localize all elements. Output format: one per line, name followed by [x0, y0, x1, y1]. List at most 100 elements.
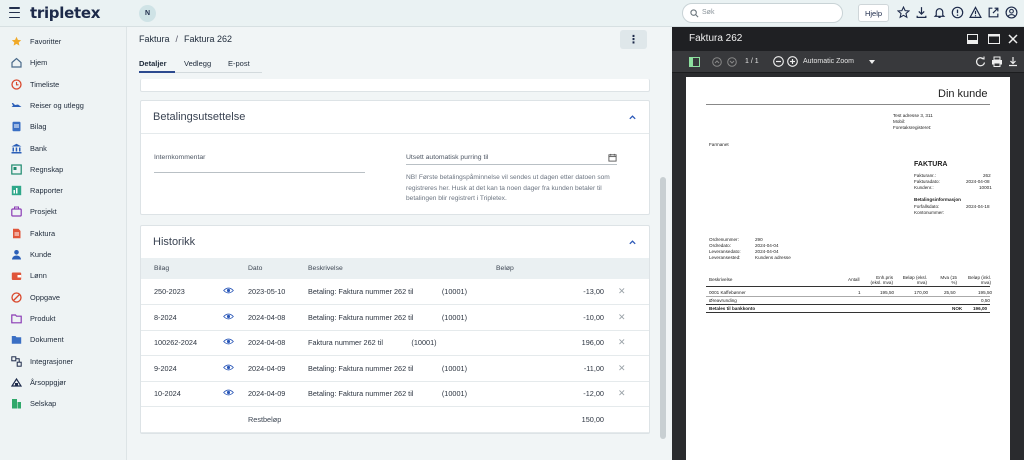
sidebar-item-produkt[interactable]: Produkt — [0, 310, 127, 328]
prev-page-icon[interactable] — [712, 57, 722, 67]
bilag-link[interactable]: 9-2024 — [141, 355, 223, 382]
table-header-row: Bilag Dato Beskrivelse Beløp — [141, 258, 649, 279]
sidebar-item-selskap[interactable]: Selskap — [0, 395, 127, 413]
dock-icon[interactable] — [967, 34, 978, 44]
search-input[interactable]: Søk — [682, 3, 843, 23]
utsett-purring-input[interactable] — [406, 164, 617, 165]
view-icon[interactable] — [223, 338, 234, 345]
tab-vedlegg[interactable]: Vedlegg — [184, 59, 211, 68]
sidebar-item-lønn[interactable]: Lønn — [0, 267, 127, 285]
doc-col-mva: Mva (15 %) — [940, 275, 957, 285]
window-icon[interactable] — [988, 34, 1000, 44]
view-icon[interactable] — [223, 364, 234, 371]
doc-betalingsinfo-heading: Betalingsinformasjon — [914, 197, 961, 202]
doc-rule — [706, 296, 990, 297]
sidebar-item-dokument[interactable]: Dokument — [0, 331, 127, 349]
sidebar-item-label: Bilag — [30, 122, 47, 132]
pdf-toolbar: 1 / 1 Automatic Zoom — [672, 51, 1024, 73]
profile-icon[interactable] — [1005, 6, 1018, 19]
sidebar-item-prosjekt[interactable]: Prosjekt — [0, 203, 127, 221]
external-link-icon[interactable] — [987, 6, 1000, 19]
page-indicator[interactable]: 1 / 1 — [745, 58, 759, 65]
sidebar-item-reiser-og-utlegg[interactable]: Reiser og utlegg — [0, 97, 127, 115]
calendar-icon[interactable] — [608, 153, 617, 162]
doc-item-antall: 1 — [858, 290, 861, 295]
breadcrumb: Faktura / Faktura 262 — [139, 34, 232, 44]
table-row: 8-2024 2024-04-08 Betaling: Faktura nummer… — [141, 304, 649, 331]
doc-col-belop-inkl: Beløp (inkl. mva) — [968, 275, 991, 285]
col-belop[interactable]: Beløp — [496, 258, 604, 279]
sidebar-toggle-icon[interactable] — [689, 57, 700, 67]
view-icon[interactable] — [223, 313, 234, 320]
close-icon[interactable]: ✕ — [618, 312, 626, 322]
sidebar-item-rapporter[interactable]: Rapporter — [0, 182, 127, 200]
doc-total-currency: NOK — [952, 306, 963, 311]
more-options-button[interactable]: ⋮ — [620, 30, 647, 49]
sidebar-item-faktura[interactable]: Faktura — [0, 225, 127, 243]
col-bilag[interactable]: Bilag — [141, 258, 223, 279]
close-icon[interactable]: ✕ — [618, 286, 626, 296]
home-icon — [11, 57, 22, 68]
doc-ordre-value: 2024-04-04 — [755, 243, 779, 248]
rotate-icon[interactable] — [975, 56, 986, 67]
sidebar-item-favoritter[interactable]: Favoritter — [0, 33, 127, 51]
next-page-icon[interactable] — [727, 57, 737, 67]
help-button[interactable]: Hjelp — [858, 4, 889, 22]
sidebar-item-hjem[interactable]: Hjem — [0, 54, 127, 72]
internkommentar-input[interactable] — [154, 172, 365, 173]
sidebar-item-label: Integrasjoner — [30, 356, 74, 366]
download-icon[interactable] — [915, 6, 928, 19]
view-icon[interactable] — [223, 287, 234, 294]
sidebar-item-integrasjoner[interactable]: Integrasjoner — [0, 353, 127, 371]
print-icon[interactable] — [991, 56, 1003, 67]
restbelop-label: Restbeløp — [245, 406, 308, 433]
view-icon[interactable] — [223, 389, 234, 396]
col-dato[interactable]: Dato — [245, 258, 308, 279]
sidebar-item-kunde[interactable]: Kunde — [0, 246, 127, 264]
tab-detaljer[interactable]: Detaljer — [139, 59, 167, 68]
bell-icon[interactable] — [933, 6, 946, 19]
sidebar-item-regnskap[interactable]: Regnskap — [0, 161, 127, 179]
sidebar-item-bank[interactable]: Bank — [0, 140, 127, 158]
doc-item-mva: 25,50 — [944, 290, 956, 295]
chevron-up-icon[interactable] — [628, 238, 637, 247]
bilag-link[interactable]: 250-2023 — [141, 279, 223, 305]
sidebar-item-bilag[interactable]: Bilag — [0, 118, 127, 136]
close-icon[interactable] — [1008, 34, 1018, 44]
col-beskrivelse[interactable]: Beskrivelse — [308, 258, 496, 279]
menu-icon[interactable] — [9, 7, 20, 18]
doc-ordre-label: Leveransested: — [709, 255, 741, 260]
tab-e-post[interactable]: E-post — [228, 59, 250, 68]
dato-cell: 2023-05-10 — [245, 279, 308, 305]
breadcrumb-faktura[interactable]: Faktura — [139, 34, 170, 44]
bilag-link[interactable]: 100262-2024 — [141, 330, 223, 356]
zoom-in-icon[interactable] — [787, 56, 798, 67]
sidebar-item-årsoppgjør[interactable]: Årsoppgjør — [0, 374, 127, 392]
belop-cell: 196,00 — [496, 330, 604, 356]
folder-icon — [11, 314, 22, 324]
zoom-out-icon[interactable] — [773, 56, 784, 67]
sidebar-item-label: Kunde — [30, 250, 52, 259]
sidebar-item-label: Lønn — [30, 271, 47, 281]
close-icon[interactable]: ✕ — [618, 337, 626, 347]
sidebar-item-label: Favoritter — [30, 37, 62, 46]
close-icon[interactable]: ✕ — [618, 363, 626, 373]
star-icon[interactable] — [897, 6, 910, 19]
bilag-link[interactable]: 8-2024 — [141, 304, 223, 331]
download-icon[interactable] — [1008, 56, 1018, 67]
beskrivelse-cell: Betaling: Faktura nummer 262 til (10001) — [308, 304, 496, 331]
close-icon[interactable]: ✕ — [618, 388, 626, 398]
warning-icon[interactable] — [969, 6, 982, 19]
chevron-down-icon[interactable] — [869, 60, 875, 64]
task-icon — [11, 291, 22, 303]
scrollbar[interactable] — [660, 177, 666, 439]
company-avatar[interactable]: N — [139, 5, 156, 22]
zoom-select[interactable]: Automatic Zoom — [803, 58, 854, 65]
chevron-up-icon[interactable] — [628, 113, 637, 122]
logo[interactable]: tripletex — [30, 4, 100, 22]
sidebar-item-oppgave[interactable]: Oppgave — [0, 289, 127, 307]
sidebar-item-timeliste[interactable]: Timeliste — [0, 76, 127, 94]
info-icon[interactable] — [951, 6, 964, 19]
bilag-link[interactable]: 10-2024 — [141, 381, 223, 407]
previous-card — [140, 79, 650, 92]
